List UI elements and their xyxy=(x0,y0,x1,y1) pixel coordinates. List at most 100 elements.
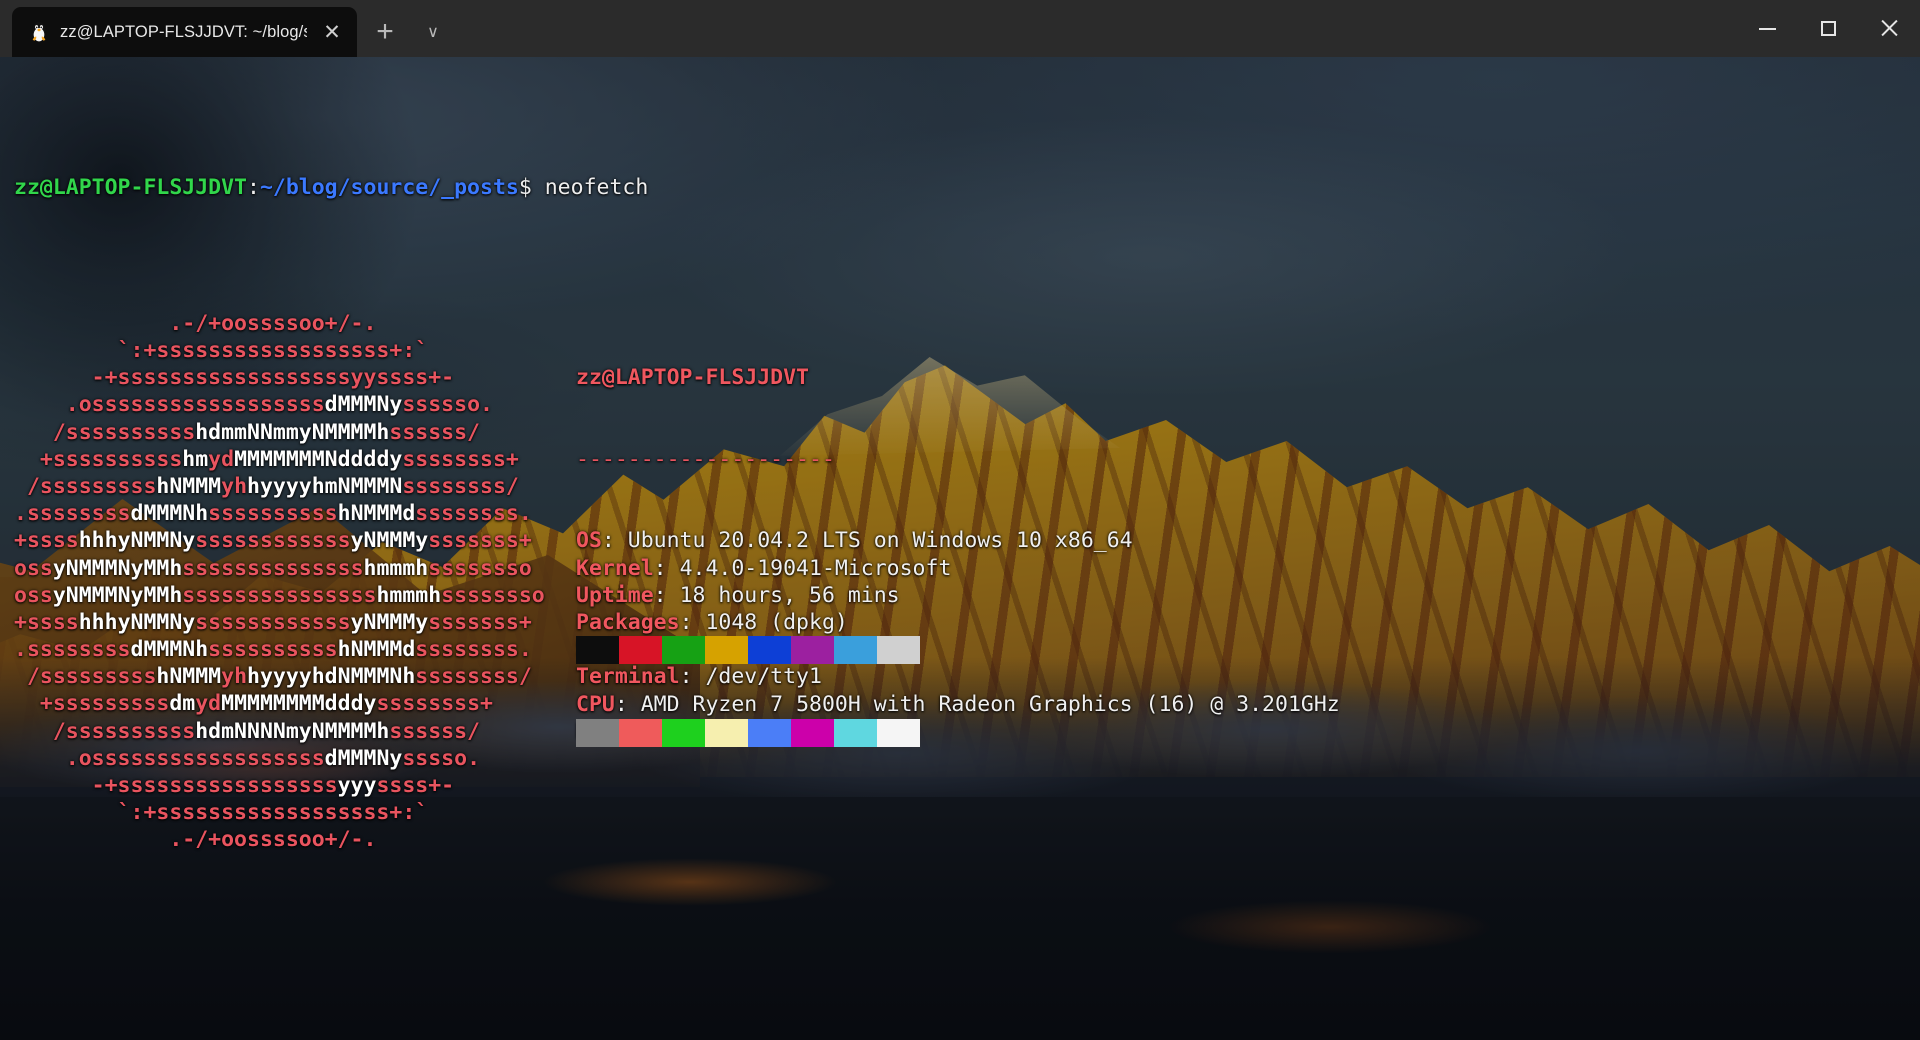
palette-swatch-bright-3 xyxy=(705,718,748,747)
ascii-seg-red: yd xyxy=(195,691,222,717)
ascii-art-line: /ssssssssshNMMMyhhyyyyhdNMMMNhssssssss/ xyxy=(14,663,574,690)
ascii-seg-red: ssssss/ xyxy=(389,718,480,744)
ascii-art-line: .ssssssssdMMMNhsssssssssshNMMMdssssssss. xyxy=(14,636,574,663)
ascii-art-line: +sssshhhyNMMNyssssssssssssyNMMMysssssss+ xyxy=(14,527,574,554)
ascii-art-line: .ossssssssssssssssssdMMMNysssso. xyxy=(14,745,574,772)
ascii-seg-white: dm xyxy=(169,691,196,717)
ascii-art-line: `:+ssssssssssssssssss+:` xyxy=(14,799,574,826)
ascii-seg-white: hdmmNNmmyNMMMMh xyxy=(195,419,390,445)
neofetch-info-value: 4.4.0-19041-Microsoft xyxy=(679,555,952,581)
ascii-seg-red: .-/+oossssoo+/-. xyxy=(14,827,377,853)
ascii-seg-red: ssssss/ xyxy=(389,419,480,445)
ascii-seg-red: -+sssssssssssssssss xyxy=(14,773,338,798)
palette-swatch-bright-1 xyxy=(619,718,662,747)
ascii-seg-white: yNMMMy xyxy=(350,528,429,554)
terminal-tab[interactable]: zz@LAPTOP-FLSJJDVT: ~/blog/s ✕ xyxy=(12,7,357,57)
tux-penguin-icon xyxy=(28,20,50,44)
ascii-seg-red: ssssso. xyxy=(402,392,493,418)
palette-swatch-normal-6 xyxy=(834,636,877,665)
ascii-seg-red: /ssssssssss xyxy=(14,419,196,445)
neofetch-info-row: Kernel: 4.4.0-19041-Microsoft xyxy=(576,555,1876,582)
ascii-seg-red: ssssssssssssss xyxy=(182,555,364,581)
ascii-seg-white: hm xyxy=(182,446,209,472)
ascii-seg-white: hNMMM xyxy=(156,473,222,499)
ascii-seg-white: dMMMNy xyxy=(324,745,403,771)
prompt-sigil: $ xyxy=(518,174,532,200)
palette-swatch-normal-3 xyxy=(705,636,748,665)
palette-swatch-bright-5 xyxy=(791,718,834,747)
window-controls xyxy=(1737,0,1920,57)
ascii-art-line: +sssssssssdmydMMMMMMMMdddyssssssss+ xyxy=(14,690,574,717)
ascii-seg-red: -+ssssssssssssssssssyyssss+- xyxy=(14,365,455,391)
ascii-seg-red: +sssssssss xyxy=(14,691,170,717)
ascii-seg-red: ssssssss+ xyxy=(376,691,493,717)
ascii-seg-red: /sssssssss xyxy=(14,473,157,499)
terminal-output: zz@LAPTOP-FLSJJDVT: ~/blog/source/_posts$… xyxy=(0,57,1920,1040)
ascii-seg-white: dMMMNy xyxy=(324,392,403,418)
palette-swatch-normal-1 xyxy=(619,636,662,665)
ascii-seg-red: +ssssssssss xyxy=(14,446,183,472)
ascii-seg-red: yd xyxy=(208,446,235,472)
palette-swatch-bright-2 xyxy=(662,718,705,747)
palette-swatch-bright-0 xyxy=(576,718,619,747)
maximize-button[interactable] xyxy=(1798,0,1859,57)
ascii-seg-white: hdmNNNNmyNMMMMh xyxy=(195,718,390,744)
ascii-art-line: .-/+oossssoo+/-. xyxy=(14,310,574,337)
ascii-seg-red: yh xyxy=(221,473,248,499)
ascii-art-line: -+sssssssssssssssssyyyssss+- xyxy=(14,772,574,799)
typed-command: neofetch xyxy=(531,174,649,200)
tab-title: zz@LAPTOP-FLSJJDVT: ~/blog/s xyxy=(60,22,307,41)
prompt-path: ~/blog/source/_posts xyxy=(259,174,519,200)
minimize-button[interactable] xyxy=(1737,0,1798,57)
ascii-art-line: `:+ssssssssssssssssss+:` xyxy=(14,337,574,364)
prompt-line-top: zz@LAPTOP-FLSJJDVT:~/blog/source/_posts$… xyxy=(14,174,1920,201)
ascii-seg-red: ssssssss. xyxy=(415,637,532,663)
ascii-seg-white: hNMMM xyxy=(156,664,222,690)
terminal-window: zz@LAPTOP-FLSJJDVT: ~/blog/s ✕ + ∨ zz@LA… xyxy=(0,0,1920,1040)
tab-close-icon[interactable]: ✕ xyxy=(317,17,347,47)
ascii-seg-red: ssssssssssssssss xyxy=(117,392,325,418)
ascii-seg-red: ssssssssssss xyxy=(195,609,351,635)
ascii-seg-red: sssssss+ xyxy=(428,609,532,635)
ascii-seg-red: .ssssssss xyxy=(14,637,131,663)
close-icon xyxy=(1880,19,1899,38)
ascii-seg-white: hNMMMd xyxy=(337,637,416,663)
ascii-seg-red: ssssssss. xyxy=(415,501,532,527)
new-tab-button[interactable]: + xyxy=(363,7,407,57)
palette-swatch-bright-6 xyxy=(834,718,877,747)
palette-swatch-normal-7 xyxy=(877,636,920,665)
chevron-down-icon[interactable]: ∨ xyxy=(411,7,455,57)
terminal-area[interactable]: zz@LAPTOP-FLSJJDVT: ~/blog/source/_posts$… xyxy=(0,57,1920,1040)
ascii-seg-white: hhhyNMMNy xyxy=(78,609,196,635)
ascii-art-line: .ossssssssssssssssssdMMMNyssssso. xyxy=(14,391,574,418)
ascii-seg-red: +ssss xyxy=(14,609,79,635)
title-bar: zz@LAPTOP-FLSJJDVT: ~/blog/s ✕ + ∨ xyxy=(0,0,1920,57)
neofetch-info-separator: : xyxy=(601,528,628,554)
ascii-seg-white: yNMMMNyMMh xyxy=(52,582,183,608)
ascii-seg-red: sssso. xyxy=(402,745,481,771)
ascii-seg-red: oss xyxy=(14,555,53,581)
neofetch-info-separator: : xyxy=(653,555,680,581)
ascii-seg-white: MMMMMMMNddddy xyxy=(234,446,403,472)
ascii-seg-red: +ssss xyxy=(14,528,79,554)
ascii-art-line: /sssssssssshdmNNNNmyNMMMMhssssss/ xyxy=(14,718,574,745)
ascii-seg-red: ssssssssssss xyxy=(195,528,351,554)
ascii-seg-red: ssssssso xyxy=(441,582,545,608)
close-button[interactable] xyxy=(1859,0,1920,57)
ascii-art-line: -+ssssssssssssssssssyyssss+- xyxy=(14,364,574,391)
palette-swatch-normal-4 xyxy=(748,636,791,665)
ascii-seg-white: yyy xyxy=(337,773,377,798)
ascii-art-line: +sssssssssshmydMMMMMMMNddddyssssssss+ xyxy=(14,446,574,473)
prompt-user-host: zz@LAPTOP-FLSJJDVT xyxy=(14,174,247,200)
ascii-seg-red: ssssssss/ xyxy=(402,473,519,499)
ascii-seg-white: MMMMMMMMdddy xyxy=(221,691,377,717)
neofetch-underline: -------------------- xyxy=(576,446,835,472)
ascii-seg-red: .oss xyxy=(14,392,118,418)
ascii-seg-white: hhhyNMMNy xyxy=(78,528,196,554)
ascii-seg-red: ssssssso xyxy=(428,555,532,581)
ascii-art-line: ossyNMMMNyMMhssssssssssssssshmmmhsssssss… xyxy=(14,582,574,609)
ascii-seg-red: oss xyxy=(14,582,53,608)
neofetch-info-label: Kernel xyxy=(576,555,654,581)
ascii-seg-white: hNMMMd xyxy=(337,501,416,527)
ascii-seg-white: dMMMNh xyxy=(130,501,209,527)
